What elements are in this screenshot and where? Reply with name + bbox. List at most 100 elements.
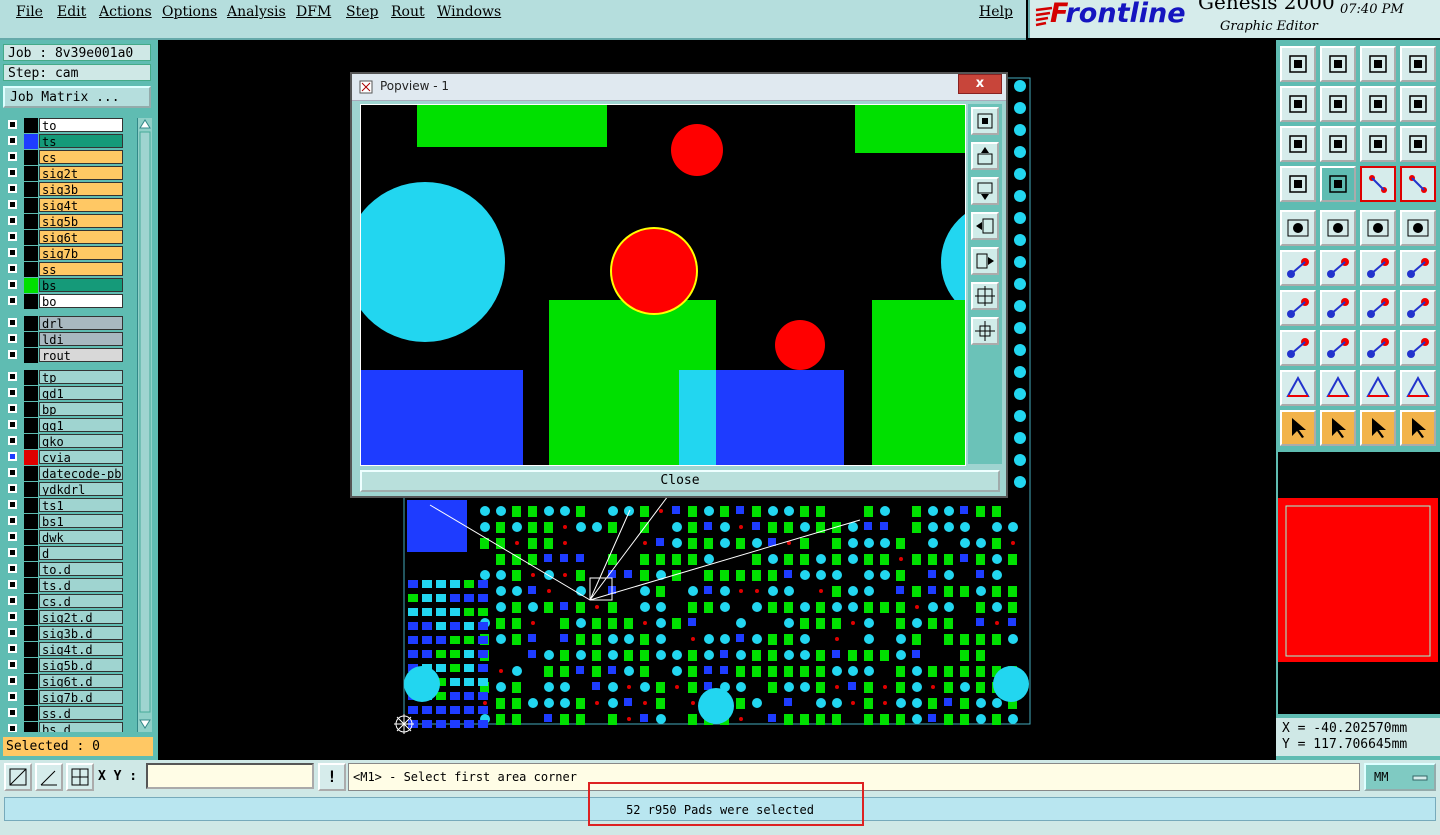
polygon-edit-button[interactable] [1320,370,1356,406]
layer-checkbox[interactable] [8,280,17,289]
layer-row[interactable]: ldi [3,332,127,347]
layer-checkbox[interactable] [8,724,17,732]
layer-color-swatch[interactable] [24,294,38,309]
job-matrix-button[interactable]: Job Matrix ... [3,86,151,108]
menu-options[interactable]: Options [162,4,217,20]
pv-zoom-in-button[interactable] [971,282,999,310]
layer-name[interactable]: sig7b.d [39,690,123,704]
layer-checkbox[interactable] [8,420,17,429]
dim-button[interactable] [1400,330,1436,366]
line-button[interactable] [1280,290,1316,326]
layer-color-swatch[interactable] [24,642,38,657]
layer-color-swatch[interactable] [24,166,38,181]
area-select-button[interactable] [4,763,32,791]
layer-color-swatch[interactable] [24,610,38,625]
pad-select-button[interactable] [1400,210,1436,246]
menu-dfm[interactable]: DFM [296,4,331,20]
menu-step[interactable]: Step [346,4,378,20]
layer-name[interactable]: ts.d [39,578,123,592]
layer-name[interactable]: ts1 [39,498,123,512]
layer-checkbox[interactable] [8,484,17,493]
layer-checkbox[interactable] [8,612,17,621]
measure-button[interactable] [1360,330,1396,366]
layer-row[interactable]: sig7b [3,246,127,261]
layer-checkbox[interactable] [8,660,17,669]
popview-titlebar[interactable]: Popview - 1 x [352,74,1006,101]
layer-name[interactable]: to.d [39,562,123,576]
pad-add-button[interactable] [1280,330,1316,366]
layer-row[interactable]: gg1 [3,418,127,433]
units-dropdown[interactable]: MM [1364,763,1436,791]
layer-row[interactable]: cs.d [3,594,127,609]
layer-color-swatch[interactable] [24,562,38,577]
layer-name[interactable]: gko [39,434,123,448]
copy-button[interactable] [1400,250,1436,286]
layer-name[interactable]: sig5b.d [39,658,123,672]
layer-checkbox[interactable] [8,676,17,685]
layer-checkbox[interactable] [8,452,17,461]
menu-edit[interactable]: Edit [57,4,86,20]
layer-row[interactable]: sig3b.d [3,626,127,641]
layer-color-swatch[interactable] [24,118,38,133]
layer-name[interactable]: sig2t.d [39,610,123,624]
layer-row[interactable]: sig5b.d [3,658,127,673]
popview-close-button[interactable]: Close [360,470,1000,492]
layer-checkbox[interactable] [8,388,17,397]
layer-toggle-b-button[interactable] [1400,166,1436,202]
layer-row[interactable]: sig3b [3,182,127,197]
layer-checkbox[interactable] [8,216,17,225]
overview-map[interactable] [1278,452,1440,714]
layer-row[interactable]: bs1 [3,514,127,529]
layer-row[interactable]: sig2t [3,166,127,181]
layer-checkbox[interactable] [8,516,17,525]
layer-row[interactable]: sig7b.d [3,690,127,705]
layer-color-swatch[interactable] [24,278,38,293]
layer-color-swatch[interactable] [24,722,38,732]
layer-checkbox[interactable] [8,136,17,145]
layer-row[interactable]: rout [3,348,127,363]
layer-name[interactable]: sig6t [39,230,123,244]
delete-button[interactable] [1320,250,1356,286]
pan-left-button[interactable] [1280,86,1316,122]
layer-checkbox[interactable] [8,152,17,161]
layer-color-swatch[interactable] [24,348,38,363]
ruler-button[interactable] [1360,210,1396,246]
menu-rout[interactable]: Rout [391,4,425,20]
layer-row[interactable]: ss.d [3,706,127,721]
layer-checkbox[interactable] [8,232,17,241]
layer-color-swatch[interactable] [24,198,38,213]
layer-checkbox[interactable] [8,596,17,605]
layer-row[interactable]: tp [3,370,127,385]
layer-checkbox[interactable] [8,264,17,273]
layer-row[interactable]: to.d [3,562,127,577]
layer-checkbox[interactable] [8,644,17,653]
layer-name[interactable]: gg1 [39,418,123,432]
layer-color-swatch[interactable] [24,706,38,721]
layer-name[interactable]: ss [39,262,123,276]
layer-row[interactable]: sig6t [3,230,127,245]
layer-scrollbar[interactable] [137,118,152,732]
layer-name[interactable]: dwk [39,530,123,544]
redraw-button[interactable] [1360,86,1396,122]
layer-row[interactable]: sig4t [3,198,127,213]
layer-name[interactable]: cs.d [39,594,123,608]
zoom-home-button[interactable] [1280,46,1316,82]
layer-color-swatch[interactable] [24,246,38,261]
polygon-button[interactable] [1280,370,1316,406]
measure-button[interactable] [35,763,63,791]
popview-zoom-view[interactable] [360,104,966,466]
route-button[interactable] [1400,410,1436,446]
layer-row[interactable]: sig4t.d [3,642,127,657]
layer-color-swatch[interactable] [24,578,38,593]
layer-name[interactable]: rout [39,348,123,362]
layer-checkbox[interactable] [8,548,17,557]
layer-color-swatch[interactable] [24,450,38,465]
menu-analysis[interactable]: Analysis [227,4,286,20]
properties-button[interactable] [1280,166,1316,202]
layer-checkbox[interactable] [8,168,17,177]
snap-button[interactable] [1400,86,1436,122]
menu-file[interactable]: File [16,4,43,20]
grid-button[interactable] [1320,166,1356,202]
layer-checkbox[interactable] [8,468,17,477]
layer-row[interactable]: ts.d [3,578,127,593]
